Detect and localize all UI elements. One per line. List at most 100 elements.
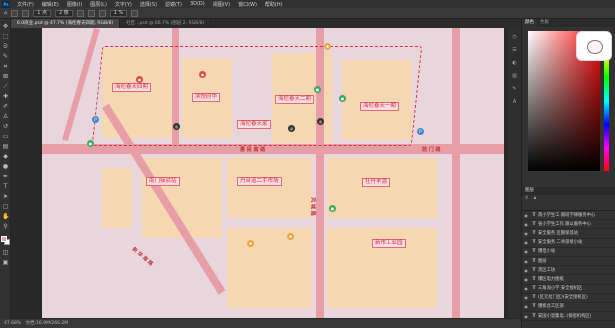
parking-icon[interactable]: P (417, 128, 424, 135)
character-icon[interactable]: A (511, 99, 519, 106)
gradient-tool-icon[interactable]: ▤ (2, 143, 9, 150)
visibility-eye-icon[interactable]: ◉ (522, 284, 530, 293)
label-east[interactable]: 壮丹丰源 (362, 178, 391, 187)
green-pin-icon[interactable]: ● (339, 95, 346, 102)
history-icon[interactable]: ◷ (511, 34, 519, 41)
stroke-size-field[interactable]: 2 像 (54, 9, 73, 17)
community-center-icon[interactable]: ◉ (199, 71, 206, 78)
foreground-color-swatch[interactable] (1, 236, 7, 242)
bus-stop-icon[interactable]: ◎ (173, 123, 180, 130)
green-pin-icon[interactable]: ● (329, 205, 336, 212)
marquee-tool-icon[interactable]: ⬚ (2, 33, 9, 40)
visibility-eye-icon[interactable]: ◉ (522, 220, 530, 229)
label-jiadian[interactable]: 海伦春天家 (237, 120, 271, 129)
menu-select[interactable]: 选择(S) (136, 1, 161, 8)
visibility-eye-icon[interactable]: ◉ (522, 211, 530, 220)
visibility-eye-icon[interactable]: ◉ (522, 275, 530, 284)
brush-settings-icon[interactable]: ✎ (511, 86, 519, 93)
blur-tool-icon[interactable]: ◆ (2, 153, 9, 160)
road-label-left: 前 门 路 (422, 147, 441, 153)
community-center-icon[interactable]: ◉ (136, 76, 143, 83)
menu-file[interactable]: 文件(F) (13, 1, 38, 8)
menu-image[interactable]: 图像(I) (63, 1, 86, 8)
visibility-eye-icon[interactable]: ◉ (522, 266, 530, 275)
menu-view[interactable]: 视图(V) (209, 1, 234, 8)
tab-second-document[interactable]: 社区...psd @ 66.7% (图层 2, RGB/8) (120, 19, 212, 28)
history-brush-icon[interactable]: ↺ (2, 123, 9, 130)
quick-mask-icon[interactable]: ◫ (2, 249, 9, 256)
school-icon[interactable]: ♣ (287, 233, 294, 240)
menu-layer[interactable]: 图层(L) (86, 1, 111, 8)
zoom-readout[interactable]: 47.68% (4, 321, 21, 326)
bus-stop-icon[interactable]: ◎ (317, 118, 324, 125)
properties-icon[interactable]: ☰ (511, 47, 519, 54)
home-icon[interactable]: ⌂ (4, 10, 7, 16)
settings-icon[interactable] (131, 9, 139, 17)
zoom-field[interactable]: 1 % (109, 9, 128, 17)
label-haikun-4[interactable]: 海伦春天四期 (112, 83, 152, 92)
shape-mode-icon[interactable] (22, 9, 30, 17)
arrange-icon[interactable] (98, 9, 106, 17)
lock-icon[interactable]: 🔒︎ (534, 196, 536, 201)
lasso-tool-icon[interactable]: ᘐ (2, 43, 9, 50)
tab-layers[interactable]: 图层 (525, 188, 534, 193)
tab-color[interactable]: 颜色 (522, 19, 537, 27)
hand-tool-icon[interactable]: ✋ (2, 213, 9, 220)
visibility-eye-icon[interactable]: ◉ (522, 257, 530, 266)
pen-tool-icon[interactable]: ✒ (2, 173, 9, 180)
canvas-area[interactable]: 海伦春天四期 滨悦府华 海伦春天二期 海伦春天一期 海伦春天家 南门接驳站 丹台… (11, 28, 521, 318)
tool-preset-picker[interactable] (11, 9, 19, 17)
screen-mode-icon[interactable]: ▣ (2, 259, 9, 266)
photoshop-window: Ps 文件(F) 编辑(E) 图像(I) 图层(L) 文字(Y) 选择(S) 滤… (0, 0, 615, 328)
shape-tool-icon[interactable]: ▢ (2, 203, 9, 210)
zoom-tool-icon[interactable]: ⚲ (2, 223, 9, 230)
healing-brush-icon[interactable]: ✚ (2, 93, 9, 100)
type-tool-icon[interactable]: T (2, 183, 9, 190)
dodge-tool-icon[interactable]: ● (2, 163, 9, 170)
filter-icon[interactable]: ⚲ (525, 196, 528, 201)
eraser-tool-icon[interactable]: ▭ (2, 133, 9, 140)
menu-help[interactable]: 帮助(H) (261, 1, 287, 8)
adjustments-icon[interactable]: ◐ (511, 60, 519, 67)
fill-dropdown[interactable]: 1 点 (33, 9, 51, 17)
menu-edit[interactable]: 编辑(E) (38, 1, 63, 8)
path-select-icon[interactable]: ➤ (2, 193, 9, 200)
visibility-eye-icon[interactable]: ◉ (522, 302, 530, 311)
layer-row[interactable]: ◉ T 安国小里集电..(保密机构区) (522, 312, 615, 322)
label-jinjiang[interactable]: 滨悦府华 (192, 93, 221, 102)
visibility-eye-icon[interactable]: ◉ (522, 229, 530, 238)
frame-tool-icon[interactable]: ⊠ (2, 73, 9, 80)
label-haikun-1[interactable]: 海伦春天一期 (360, 102, 400, 111)
align-icon[interactable] (87, 9, 95, 17)
eyedropper-icon[interactable]: ⟋ (2, 83, 9, 90)
tab-swatches[interactable]: 色板 (537, 19, 552, 27)
label-industrial[interactable]: 新市工业园 (372, 239, 406, 248)
quick-select-icon[interactable]: ✎ (2, 53, 9, 60)
green-pin-icon[interactable]: ● (87, 140, 94, 147)
bus-stop-icon[interactable]: ◎ (288, 125, 295, 132)
label-market[interactable]: 丹台道二手市场 (237, 177, 282, 186)
menu-filter[interactable]: 滤镜(T) (161, 1, 186, 8)
visibility-eye-icon[interactable]: ◉ (522, 312, 530, 321)
crop-tool-icon[interactable]: ⌗ (2, 63, 9, 70)
libraries-icon[interactable]: ▥ (511, 73, 519, 80)
label-south-gate[interactable]: 南门接驳站 (146, 177, 180, 186)
visibility-eye-icon[interactable]: ◉ (522, 238, 530, 247)
school-icon[interactable]: ♣ (324, 43, 331, 50)
visibility-eye-icon[interactable]: ◉ (522, 293, 530, 302)
ps-logo-icon[interactable]: Ps (2, 0, 10, 8)
map-document[interactable]: 海伦春天四期 滨悦府华 海伦春天二期 海伦春天一期 海伦春天家 南门接驳站 丹台… (42, 28, 504, 318)
stamp-tool-icon[interactable]: ♙ (2, 113, 9, 120)
parking-icon[interactable]: P (92, 116, 99, 123)
label-haikun-2[interactable]: 海伦春天二期 (275, 95, 315, 104)
menu-3d[interactable]: 3D(D) (186, 1, 209, 7)
stroke-color-swatch[interactable] (76, 9, 84, 17)
brush-tool-icon[interactable]: ✐ (2, 103, 9, 110)
menu-window[interactable]: 窗口(W) (234, 1, 261, 8)
tab-current-document[interactable]: 6.0商业.psd @ 47.7% (海伦春天四期, RGB/8) (11, 19, 121, 28)
move-tool-icon[interactable]: ✥ (2, 23, 9, 30)
green-pin-icon[interactable]: ● (314, 86, 321, 93)
school-icon[interactable]: ♣ (247, 240, 254, 247)
menu-type[interactable]: 文字(Y) (111, 1, 136, 8)
visibility-eye-icon[interactable]: ◉ (522, 247, 530, 256)
